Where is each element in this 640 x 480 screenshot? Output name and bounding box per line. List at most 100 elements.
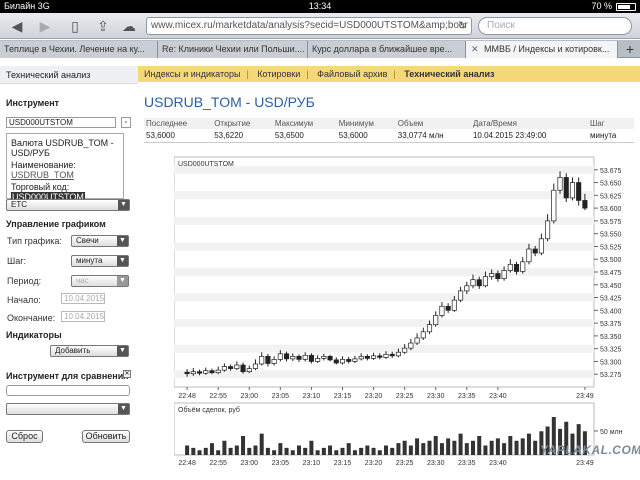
volume-x-tick-label: 23:05 (272, 460, 290, 467)
volume-bar (489, 440, 494, 455)
candle (414, 337, 420, 344)
col-datetime: Дата/Время (470, 118, 588, 129)
chevron-down-icon: ▼ (118, 404, 129, 414)
tab-1[interactable]: Теплице в Чехии. Лечение на ку... (0, 41, 158, 58)
candle (364, 355, 370, 359)
candle (228, 366, 234, 369)
instrument-search-icon[interactable]: ▫ (121, 117, 131, 128)
candle (439, 305, 445, 316)
candle (482, 276, 488, 287)
add-indicator-select[interactable]: Добавить ▼ (50, 345, 129, 357)
y-tick-label: 53.375 (600, 321, 622, 328)
cloud-icon[interactable]: ☁ (118, 17, 140, 35)
grid-band (174, 165, 594, 174)
volume-bar (421, 443, 426, 455)
volume-x-tick-label: 23:15 (334, 460, 352, 467)
y-tick-label: 53.550 (600, 232, 622, 239)
volume-bar (377, 450, 382, 455)
x-tick-label: 23:25 (396, 393, 414, 400)
volume-bar (477, 436, 482, 455)
volume-x-tick-label: 22:55 (209, 460, 227, 467)
quote-table: Последнее Открытие Максимум Минимум Объе… (144, 118, 634, 143)
period-select[interactable]: час ▼ (71, 275, 129, 287)
info-short-name: USDRUB_TOM (11, 170, 74, 180)
volume-bar (483, 445, 488, 455)
reload-icon[interactable]: ↻ (458, 18, 467, 34)
start-date-input[interactable]: 10.04.2015 (61, 293, 105, 304)
nav-tech-analysis[interactable]: Технический анализ (404, 69, 494, 79)
address-bar[interactable]: www.micex.ru/marketdata/analysis?secid=U… (146, 17, 472, 35)
volume-bar (315, 450, 320, 455)
volume-bar (508, 436, 513, 455)
step-select[interactable]: минута ▼ (71, 255, 129, 267)
new-tab-icon[interactable]: + (626, 41, 634, 57)
candle (290, 355, 296, 360)
candle (520, 261, 526, 272)
col-open: Открытие (212, 118, 273, 129)
bookmarks-icon[interactable]: ▯ (64, 17, 86, 35)
share-icon[interactable]: ⇪ (92, 17, 114, 35)
candle (557, 177, 563, 191)
tab-2[interactable]: Re: Клиники Чехии или Польши.... (158, 41, 308, 58)
candle (476, 279, 482, 287)
x-tick-label: 23:30 (427, 393, 445, 400)
candle (333, 359, 339, 364)
volume-bar (203, 447, 208, 455)
volume-bar (328, 445, 333, 455)
volume-bar (290, 450, 295, 455)
volume-bar (352, 450, 357, 455)
volume-bar (222, 440, 227, 455)
candle (240, 364, 246, 373)
x-tick-label: 23:20 (365, 393, 383, 400)
candle (277, 353, 283, 360)
candle (383, 353, 389, 358)
reset-button[interactable]: Сброс (6, 430, 43, 443)
page-title: USDRUB_TOM - USD/РУБ (144, 94, 315, 110)
grid-band (174, 319, 594, 328)
candle (545, 220, 551, 240)
indicators-heading: Индикаторы (6, 330, 62, 340)
volume-x-tick-label: 23:40 (489, 460, 507, 467)
tab-active[interactable]: ✕ ММВБ / Индексы и котировк... (466, 41, 618, 58)
nav-indices[interactable]: Индексы и индикаторы (144, 69, 240, 79)
nav-archive[interactable]: Файловый архив (317, 69, 387, 79)
forward-icon[interactable]: ▶ (34, 17, 56, 35)
candle (371, 355, 377, 359)
close-tab-icon[interactable]: ✕ (471, 41, 479, 57)
end-date-input[interactable]: 10.04.2015 (61, 311, 105, 322)
candle (451, 299, 457, 311)
col-step: Шаг (587, 118, 634, 129)
candle (209, 370, 215, 374)
back-icon[interactable]: ◀ (6, 17, 28, 35)
tab-3[interactable]: Курс доллара в ближайшее вре... (308, 41, 466, 58)
step-label: Шаг: (7, 256, 27, 266)
candle (327, 355, 333, 361)
candle (501, 270, 507, 279)
period-label: Период: (7, 276, 42, 286)
compare-close-icon[interactable]: ✕ (123, 370, 131, 378)
compare-select[interactable]: ▼ (6, 403, 130, 415)
instrument-input[interactable]: USD000UTSTOM (6, 117, 116, 128)
candle (203, 370, 209, 374)
y-tick-label: 53.500 (600, 257, 622, 264)
price-chart: 53.275 53.300 53.325 53.350 53.375 53.400 53.4… (174, 156, 623, 467)
candle (408, 342, 414, 349)
candle (358, 355, 364, 360)
volume-bar (247, 447, 252, 455)
col-high: Максимум (272, 118, 337, 129)
chart-type-select[interactable]: Свечи ▼ (71, 235, 129, 247)
volume-bar (185, 445, 190, 455)
volume-x-tick-label: 23:10 (303, 460, 321, 467)
candle (302, 354, 308, 360)
volume-x-tick-label: 23:30 (427, 460, 445, 467)
chevron-down-icon: ▼ (117, 276, 128, 286)
volume-x-tick-label: 23:49 (576, 460, 594, 467)
board-select[interactable]: ETC ▼ (6, 199, 130, 211)
update-button[interactable]: Обновить (82, 430, 130, 443)
val-volume: 33,0774 млн (395, 129, 471, 143)
search-input[interactable]: Поиск (478, 17, 632, 35)
nav-quotes[interactable]: Котировки (257, 69, 300, 79)
volume-bar (334, 450, 339, 455)
compare-input[interactable] (6, 385, 130, 396)
candle (551, 189, 557, 222)
